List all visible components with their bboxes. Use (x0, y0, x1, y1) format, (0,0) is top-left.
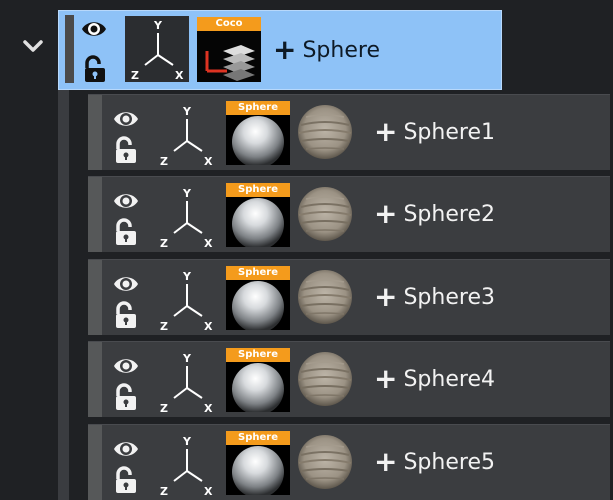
tree-indent-line (58, 90, 69, 500)
tree-item-sphere5[interactable]: Y Z X Sphere + Sphere5 (88, 424, 610, 500)
tree-item-label: + Sphere1 (374, 115, 495, 148)
drag-handle[interactable] (88, 260, 102, 335)
axes-icon: Y Z X (160, 352, 213, 414)
unlock-icon[interactable] (113, 136, 139, 164)
plus-icon[interactable]: + (273, 33, 296, 66)
axes-icon: Y Z X (160, 270, 213, 332)
tree-item-sphere1[interactable]: Y Z X Sphere + Sphere1 (88, 94, 610, 170)
eye-icon[interactable] (112, 272, 140, 296)
axis-z-label: Z (160, 485, 168, 497)
texture-icon (298, 435, 352, 489)
object-type-badge: Sphere (226, 348, 290, 362)
axis-x-label: X (204, 320, 213, 332)
object-type-badge: Sphere (226, 431, 290, 445)
axis-z-label: Z (160, 237, 168, 249)
tree-item-label: + Sphere5 (374, 445, 495, 478)
eye-icon[interactable] (112, 354, 140, 378)
axis-y-label: Y (182, 270, 192, 283)
axes-icon: Y Z X (160, 105, 213, 167)
axis-z-label: Z (160, 320, 168, 332)
sphere-icon (226, 362, 290, 412)
axis-y-label: Y (153, 19, 163, 32)
tree-item-label: + Sphere2 (374, 197, 495, 230)
plus-icon[interactable]: + (374, 362, 397, 395)
unlock-icon[interactable] (113, 383, 139, 411)
object-type-badge: Sphere (226, 183, 290, 197)
object-type-badge: Sphere (226, 101, 290, 115)
texture-icon (298, 270, 352, 324)
tree-item-label: + Sphere (273, 33, 380, 66)
chevron-down-icon[interactable] (22, 38, 44, 56)
drag-handle[interactable] (65, 15, 74, 83)
unlock-icon[interactable] (113, 301, 139, 329)
axis-y-label: Y (182, 352, 192, 365)
axis-y-label: Y (182, 105, 192, 118)
axis-y-label: Y (182, 435, 192, 448)
plus-icon[interactable]: + (374, 197, 397, 230)
tree-item-sphere4[interactable]: Y Z X Sphere + Sphere4 (88, 341, 610, 417)
texture-icon (298, 352, 352, 406)
tree-item-sphere[interactable]: Y Z X Coco + Sphere (58, 10, 502, 90)
tree-item-label: + Sphere3 (374, 280, 495, 313)
plus-icon[interactable]: + (374, 445, 397, 478)
coco-object-icon (197, 31, 261, 82)
texture-icon (298, 187, 352, 241)
axis-z-label: Z (131, 69, 139, 81)
drag-handle[interactable] (88, 95, 102, 170)
eye-icon[interactable] (112, 189, 140, 213)
axes-icon: Y Z X (131, 19, 184, 81)
unlock-icon[interactable] (113, 466, 139, 494)
sphere-icon (226, 115, 290, 165)
unlock-icon[interactable] (113, 218, 139, 246)
drag-handle[interactable] (88, 425, 102, 500)
axis-x-label: X (204, 237, 213, 249)
eye-icon[interactable] (112, 107, 140, 131)
sphere-icon (226, 197, 290, 247)
eye-icon[interactable] (80, 17, 108, 41)
axes-icon: Y Z X (160, 435, 213, 497)
unlock-icon[interactable] (82, 55, 108, 83)
drag-handle[interactable] (88, 177, 102, 252)
plus-icon[interactable]: + (374, 280, 397, 313)
axis-y-label: Y (182, 187, 192, 200)
drag-handle[interactable] (88, 342, 102, 417)
plus-icon[interactable]: + (374, 115, 397, 148)
axis-x-label: X (204, 155, 213, 167)
axis-x-label: X (204, 485, 213, 497)
tree-item-sphere3[interactable]: Y Z X Sphere + Sphere3 (88, 259, 610, 335)
tree-item-sphere2[interactable]: Y Z X Sphere + Sphere2 (88, 176, 610, 252)
object-type-badge: Sphere (226, 266, 290, 280)
axis-x-label: X (175, 69, 184, 81)
eye-icon[interactable] (112, 437, 140, 461)
axis-x-label: X (204, 402, 213, 414)
sphere-icon (226, 445, 290, 495)
axes-icon: Y Z X (160, 187, 213, 249)
axis-z-label: Z (160, 402, 168, 414)
object-type-badge: Coco (197, 17, 261, 31)
sphere-icon (226, 280, 290, 330)
axis-z-label: Z (160, 155, 168, 167)
tree-item-label: + Sphere4 (374, 362, 495, 395)
texture-icon (298, 105, 352, 159)
